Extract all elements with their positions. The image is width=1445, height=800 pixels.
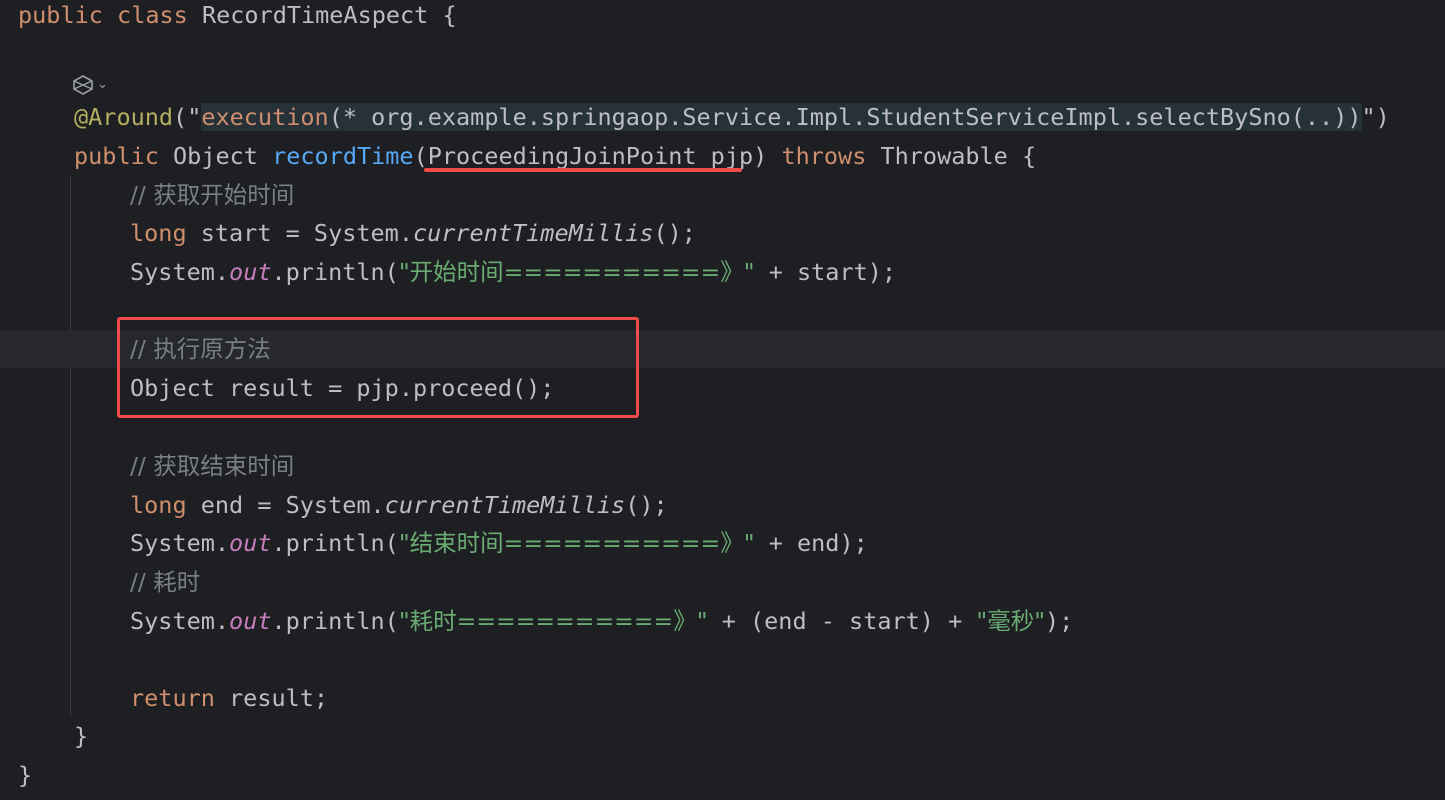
param-open: ( xyxy=(413,142,428,170)
code-line-around-annotation[interactable]: @Around("execution(* org.example.springa… xyxy=(0,98,1445,136)
comment: // 获取开始时间 xyxy=(130,181,295,209)
code-line-comment-start[interactable]: // 获取开始时间 xyxy=(0,176,1445,214)
keyword-long: long xyxy=(130,491,187,519)
method-parameter: ProceedingJoinPoint pjp xyxy=(427,142,754,170)
method-close-brace: } xyxy=(74,722,89,750)
exception-type: Throwable { xyxy=(866,142,1037,170)
keyword-return: return xyxy=(130,684,215,712)
chevron-down-icon[interactable]: ⌄ xyxy=(97,77,108,92)
code-text: System. xyxy=(130,258,230,286)
code-text: .println( xyxy=(271,607,399,635)
proceed-box-highlight xyxy=(117,317,639,418)
code-text: + start); xyxy=(754,258,897,286)
comment: // 获取结束时间 xyxy=(130,452,295,480)
method-name: recordTime xyxy=(272,142,414,170)
static-field-out: out xyxy=(229,258,272,286)
code-line-method-close[interactable]: } xyxy=(0,717,1445,755)
comment: // 耗时 xyxy=(130,568,201,596)
code-line-comment-elapsed[interactable]: // 耗时 xyxy=(0,563,1445,601)
class-name: RecordTimeAspect xyxy=(201,1,429,29)
static-field-out: out xyxy=(229,607,272,635)
code-text: ); xyxy=(1045,607,1074,635)
code-text: start = System. xyxy=(186,219,413,247)
static-field-out: out xyxy=(229,529,272,557)
code-text: (); xyxy=(653,219,696,247)
class-close-brace: } xyxy=(18,761,33,789)
code-line-end-decl[interactable]: long end = System.currentTimeMillis(); xyxy=(0,486,1445,524)
keyword-long: long xyxy=(130,219,187,247)
class-open-brace: { xyxy=(428,1,457,29)
code-line-print-elapsed[interactable]: System.out.println("耗时===========》" + (e… xyxy=(0,602,1445,640)
code-text: + (end - start) + xyxy=(707,607,977,635)
code-text: .println( xyxy=(271,529,399,557)
code-text: result; xyxy=(214,684,329,712)
annotation-close: ") xyxy=(1361,103,1390,131)
code-text: System. xyxy=(130,529,230,557)
code-text: System. xyxy=(130,607,230,635)
code-text: end = System. xyxy=(186,491,385,519)
keyword-class: class xyxy=(117,1,188,29)
code-text: .println( xyxy=(271,258,399,286)
code-line-class-close[interactable]: } xyxy=(0,756,1445,794)
static-method-call: currentTimeMillis xyxy=(412,219,654,247)
code-text: (); xyxy=(625,491,668,519)
code-line-return[interactable]: return result; xyxy=(0,679,1445,717)
code-line-print-end[interactable]: System.out.println("结束时间===========》" + … xyxy=(0,524,1445,562)
string-literal: "结束时间===========》" xyxy=(398,529,755,557)
string-literal: "耗时===========》" xyxy=(398,607,708,635)
code-editor[interactable]: public class RecordTimeAspect { ⌄ @Aroun… xyxy=(0,0,1445,800)
string-literal: "开始时间===========》" xyxy=(398,258,755,286)
code-line-start-decl[interactable]: long start = System.currentTimeMillis(); xyxy=(0,214,1445,252)
annotation-open: (" xyxy=(173,103,202,131)
code-text: + end); xyxy=(754,529,868,557)
keyword-public: public xyxy=(18,1,103,29)
string-literal: "毫秒" xyxy=(976,607,1046,635)
parameter-underline-highlight xyxy=(424,168,742,172)
annotation-around: @Around xyxy=(74,103,174,131)
code-line-comment-end[interactable]: // 获取结束时间 xyxy=(0,447,1445,485)
aspect-icon xyxy=(73,75,93,95)
return-type: Object xyxy=(158,142,273,170)
code-line-class-declaration[interactable]: public class RecordTimeAspect { xyxy=(0,0,1445,34)
pointcut-execution-keyword: execution xyxy=(201,103,329,131)
keyword-public: public xyxy=(74,142,159,170)
keyword-throws: throws xyxy=(781,142,867,170)
static-method-call: currentTimeMillis xyxy=(384,491,626,519)
pointcut-expression: (* org.example.springaop.Service.Impl.St… xyxy=(328,103,1362,131)
param-close: ) xyxy=(753,142,768,170)
aspect-gutter-icon[interactable]: ⌄ xyxy=(72,72,116,98)
code-line-print-start[interactable]: System.out.println("开始时间===========》" + … xyxy=(0,253,1445,291)
